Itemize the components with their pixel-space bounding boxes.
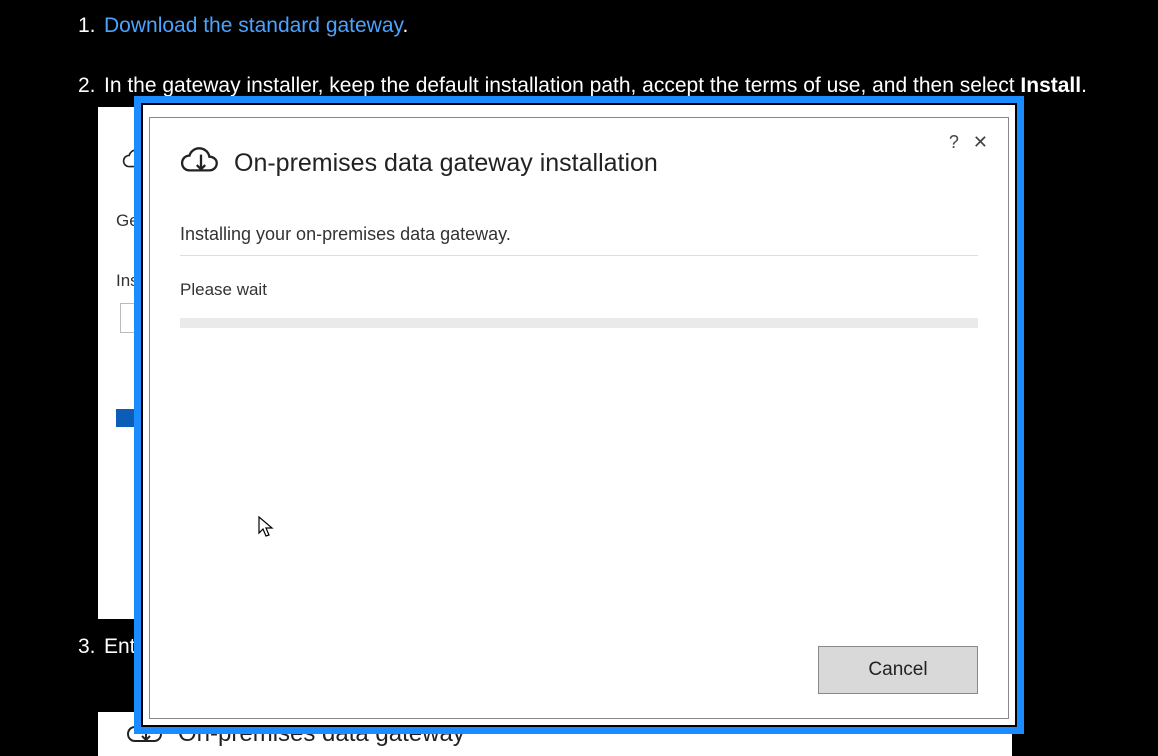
step-2-text-a: In the gateway installer, keep the defau… [104,74,1020,97]
step-1: 1. Download the standard gateway. [78,10,1118,42]
progress-bar [180,318,978,328]
install-label: Install [1020,74,1081,97]
please-wait-label: Please wait [180,280,978,300]
download-gateway-link[interactable]: Download the standard gateway [104,14,402,37]
cloud-gateway-icon [180,142,222,184]
under-checkbox-fragment [116,409,134,427]
step-2-text-b: . [1081,74,1087,97]
highlighted-dialog-frame: ? ✕ On-premises data gateway installatio… [134,96,1024,734]
dialog-subtitle: Installing your on-premises data gateway… [180,224,978,256]
help-icon[interactable]: ? [949,132,959,153]
step-number: 1. [78,10,96,42]
installer-dialog: ? ✕ On-premises data gateway installatio… [149,117,1009,719]
dialog-title: On-premises data gateway installation [234,149,658,178]
step-number: 2. [78,70,96,102]
step-1-suffix: . [402,14,408,37]
cancel-button[interactable]: Cancel [818,646,978,694]
close-icon[interactable]: ✕ [973,132,988,153]
step-number: 3. [78,631,96,663]
